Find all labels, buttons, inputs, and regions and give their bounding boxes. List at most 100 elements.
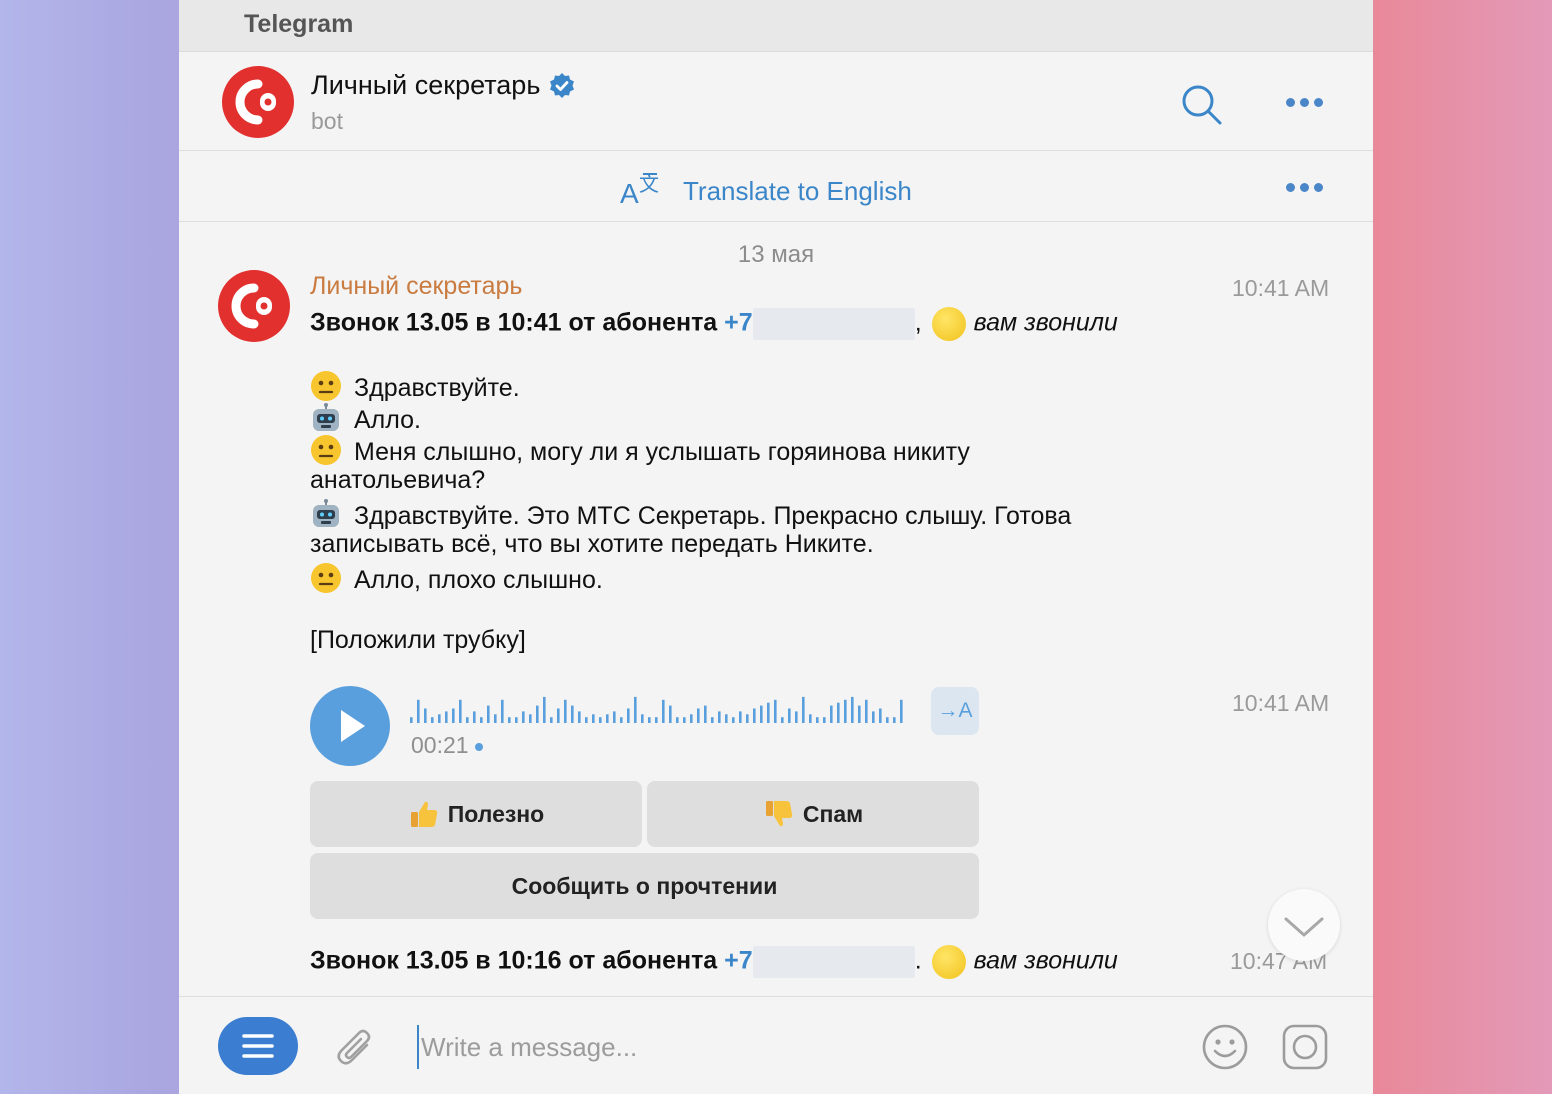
waveform-bar [466, 717, 469, 723]
chat-title-text: Личный секретарь [311, 70, 541, 100]
call-header-2: Звонок 13.05 в 10:16 от абонента +7. вам … [310, 945, 1118, 979]
waveform-bar [452, 708, 455, 723]
transcribe-button[interactable]: →A [931, 687, 979, 735]
report-read-button[interactable]: Сообщить о прочтении [310, 853, 979, 919]
waveform-bar [480, 717, 483, 723]
waveform-bar [676, 717, 679, 723]
transcript-line: Меня слышно, могу ли я услышать горяинов… [310, 434, 970, 467]
waveform-bar [788, 708, 791, 723]
waveform-bar [893, 717, 896, 723]
scroll-down-button[interactable] [1268, 889, 1340, 961]
waveform-bar [459, 699, 462, 723]
neutral-face-icon [311, 563, 341, 593]
waveform-bar [662, 699, 665, 723]
waveform-bar [641, 714, 644, 723]
useful-button[interactable]: Полезно [310, 781, 642, 847]
play-icon [341, 710, 365, 742]
bot-menu-button[interactable] [218, 1017, 298, 1075]
waveform-bar [564, 699, 567, 723]
waveform-bar [711, 717, 714, 723]
waveform-bar [844, 699, 847, 723]
waveform-bar [900, 699, 903, 723]
bot-avatar[interactable] [222, 66, 294, 138]
voice-duration: 00:21 [411, 732, 483, 759]
neutral-face-icon [311, 435, 341, 465]
waveform-bar [795, 711, 798, 723]
waveform-bar [830, 705, 833, 723]
waveform-bar [613, 711, 616, 723]
telegram-window: Telegram Личный секретарь bot A 文 Transl… [179, 0, 1373, 1094]
waveform-bar [669, 705, 672, 723]
paperclip-icon[interactable] [334, 1023, 378, 1071]
phone-number-link[interactable]: +7 [724, 309, 753, 337]
call-status: вам звонили [973, 946, 1118, 975]
translate-icon: A 文 [620, 173, 659, 209]
waveform-bar [515, 717, 518, 723]
call-prefix: Звонок 13.05 в 10:16 от абонента [310, 946, 718, 975]
waveform-bar [725, 714, 728, 723]
thumbs-up-icon [410, 801, 437, 827]
play-button[interactable] [310, 686, 390, 766]
waveform-bar [858, 705, 861, 723]
waveform-bar [557, 708, 560, 723]
transcript-line: Алло. [310, 402, 421, 435]
phone-number-link[interactable]: +7 [724, 947, 753, 975]
waveform-bar [536, 705, 539, 723]
call-status: вам звонили [973, 308, 1118, 337]
sender-avatar[interactable] [218, 270, 290, 342]
chat-subtitle: bot [311, 108, 343, 134]
search-icon[interactable] [1179, 82, 1223, 126]
waveform-bar [487, 705, 490, 723]
voice-waveform[interactable] [410, 696, 910, 724]
waveform-bar [424, 708, 427, 723]
spam-button[interactable]: Спам [647, 781, 979, 847]
waveform-bar [753, 708, 756, 723]
waveform-bar [438, 714, 441, 723]
transcript-line: записывать всё, что вы хотите передать Н… [310, 530, 874, 558]
waveform-bar [585, 717, 588, 723]
waveform-bar [431, 717, 434, 723]
voice-time: 10:41 AM [1232, 690, 1330, 716]
waveform-bar [760, 705, 763, 723]
neutral-face-icon [311, 371, 341, 401]
waveform-bar [592, 714, 595, 723]
date-separator: 13 мая [737, 241, 815, 268]
redacted-number [752, 308, 915, 340]
chat-header[interactable]: Личный секретарь bot [179, 52, 1373, 151]
sender-name[interactable]: Личный секретарь [310, 272, 522, 301]
waveform-bar [522, 711, 525, 723]
message-input[interactable] [417, 1025, 1117, 1069]
emoji-icon[interactable] [1201, 1023, 1249, 1071]
waveform-bar [879, 708, 882, 723]
waveform-bar [718, 711, 721, 723]
waveform-bar [774, 699, 777, 723]
transcript-line: Здравствуйте. Это МТС Секретарь. Прекрас… [310, 498, 1071, 531]
verified-icon [550, 72, 575, 98]
waveform-bar [697, 708, 700, 723]
yellow-circle-icon [931, 307, 966, 341]
waveform-bar [620, 717, 623, 723]
translate-button[interactable]: Translate to English [683, 176, 912, 207]
chevron-down-icon [1284, 917, 1324, 937]
waveform-bar [739, 711, 742, 723]
translate-bar[interactable]: A 文 Translate to English [179, 152, 1373, 222]
translate-more-icon[interactable] [1286, 183, 1326, 193]
more-options-icon[interactable] [1286, 98, 1326, 108]
call-header: Звонок 13.05 в 10:41 от абонента +7, вам … [310, 307, 1118, 341]
bot-logo-icon [235, 79, 276, 125]
waveform-bar [550, 717, 553, 723]
unplayed-dot [474, 742, 483, 751]
chat-title[interactable]: Личный секретарь [311, 70, 576, 101]
waveform-bar [837, 702, 840, 723]
waveform-bar [494, 714, 497, 723]
waveform-bar [732, 717, 735, 723]
waveform-bar [704, 705, 707, 723]
transcript-line: Алло, плохо слышно. [310, 562, 603, 595]
waveform-bar [529, 714, 532, 723]
waveform-bar [634, 696, 637, 723]
waveform-bar [571, 705, 574, 723]
waveform-bar [410, 717, 413, 723]
video-message-icon[interactable] [1281, 1023, 1329, 1071]
redacted-number [752, 946, 915, 978]
waveform-bar [823, 717, 826, 723]
